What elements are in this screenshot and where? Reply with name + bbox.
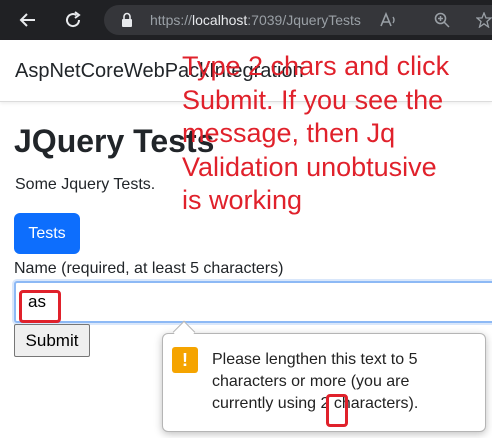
validation-message-line1: Please lengthen this text to 5 — [212, 351, 418, 368]
submit-button[interactable]: Submit — [14, 324, 90, 357]
zoom-icon[interactable] — [434, 12, 450, 28]
warning-icon: ! — [172, 347, 198, 373]
tests-button[interactable]: Tests — [14, 213, 80, 254]
name-label: Name (required, at least 5 characters) — [14, 260, 284, 277]
instruction-annotation: Type 2 chars and click Submit. If you se… — [182, 50, 492, 218]
url-path: :7039/JqueryTests — [247, 12, 361, 28]
back-arrow-icon — [19, 13, 35, 27]
read-aloud-icon[interactable] — [380, 12, 398, 28]
back-button[interactable] — [16, 8, 40, 32]
annotation-line-2: Submit. If you see the — [182, 84, 444, 115]
annotation-line-1: Type 2 chars and click — [182, 51, 450, 81]
url-text: https://localhost:7039/JqueryTests — [150, 12, 361, 28]
favorites-icon[interactable] — [476, 12, 492, 28]
browser-toolbar: https://localhost:7039/JqueryTests — [0, 0, 492, 40]
validation-message-line2: characters or more (you are — [212, 373, 410, 390]
url-host: localhost — [192, 12, 248, 28]
annotation-line-5: is working — [182, 185, 303, 215]
address-bar[interactable]: https://localhost:7039/JqueryTests — [104, 5, 492, 35]
annotation-line-4: Validation unobtusive — [182, 151, 437, 182]
char-count-highlight — [326, 394, 348, 427]
url-scheme: https:// — [150, 12, 193, 28]
lock-icon — [122, 12, 132, 27]
refresh-button[interactable] — [61, 8, 85, 32]
input-value-highlight — [19, 290, 61, 323]
page-lead: Some Jquery Tests. — [15, 176, 156, 193]
validation-count-prefix: currently using — [212, 395, 321, 412]
annotation-line-3: message, then Jq — [182, 118, 396, 148]
name-input[interactable] — [14, 281, 492, 323]
refresh-icon — [66, 11, 81, 28]
